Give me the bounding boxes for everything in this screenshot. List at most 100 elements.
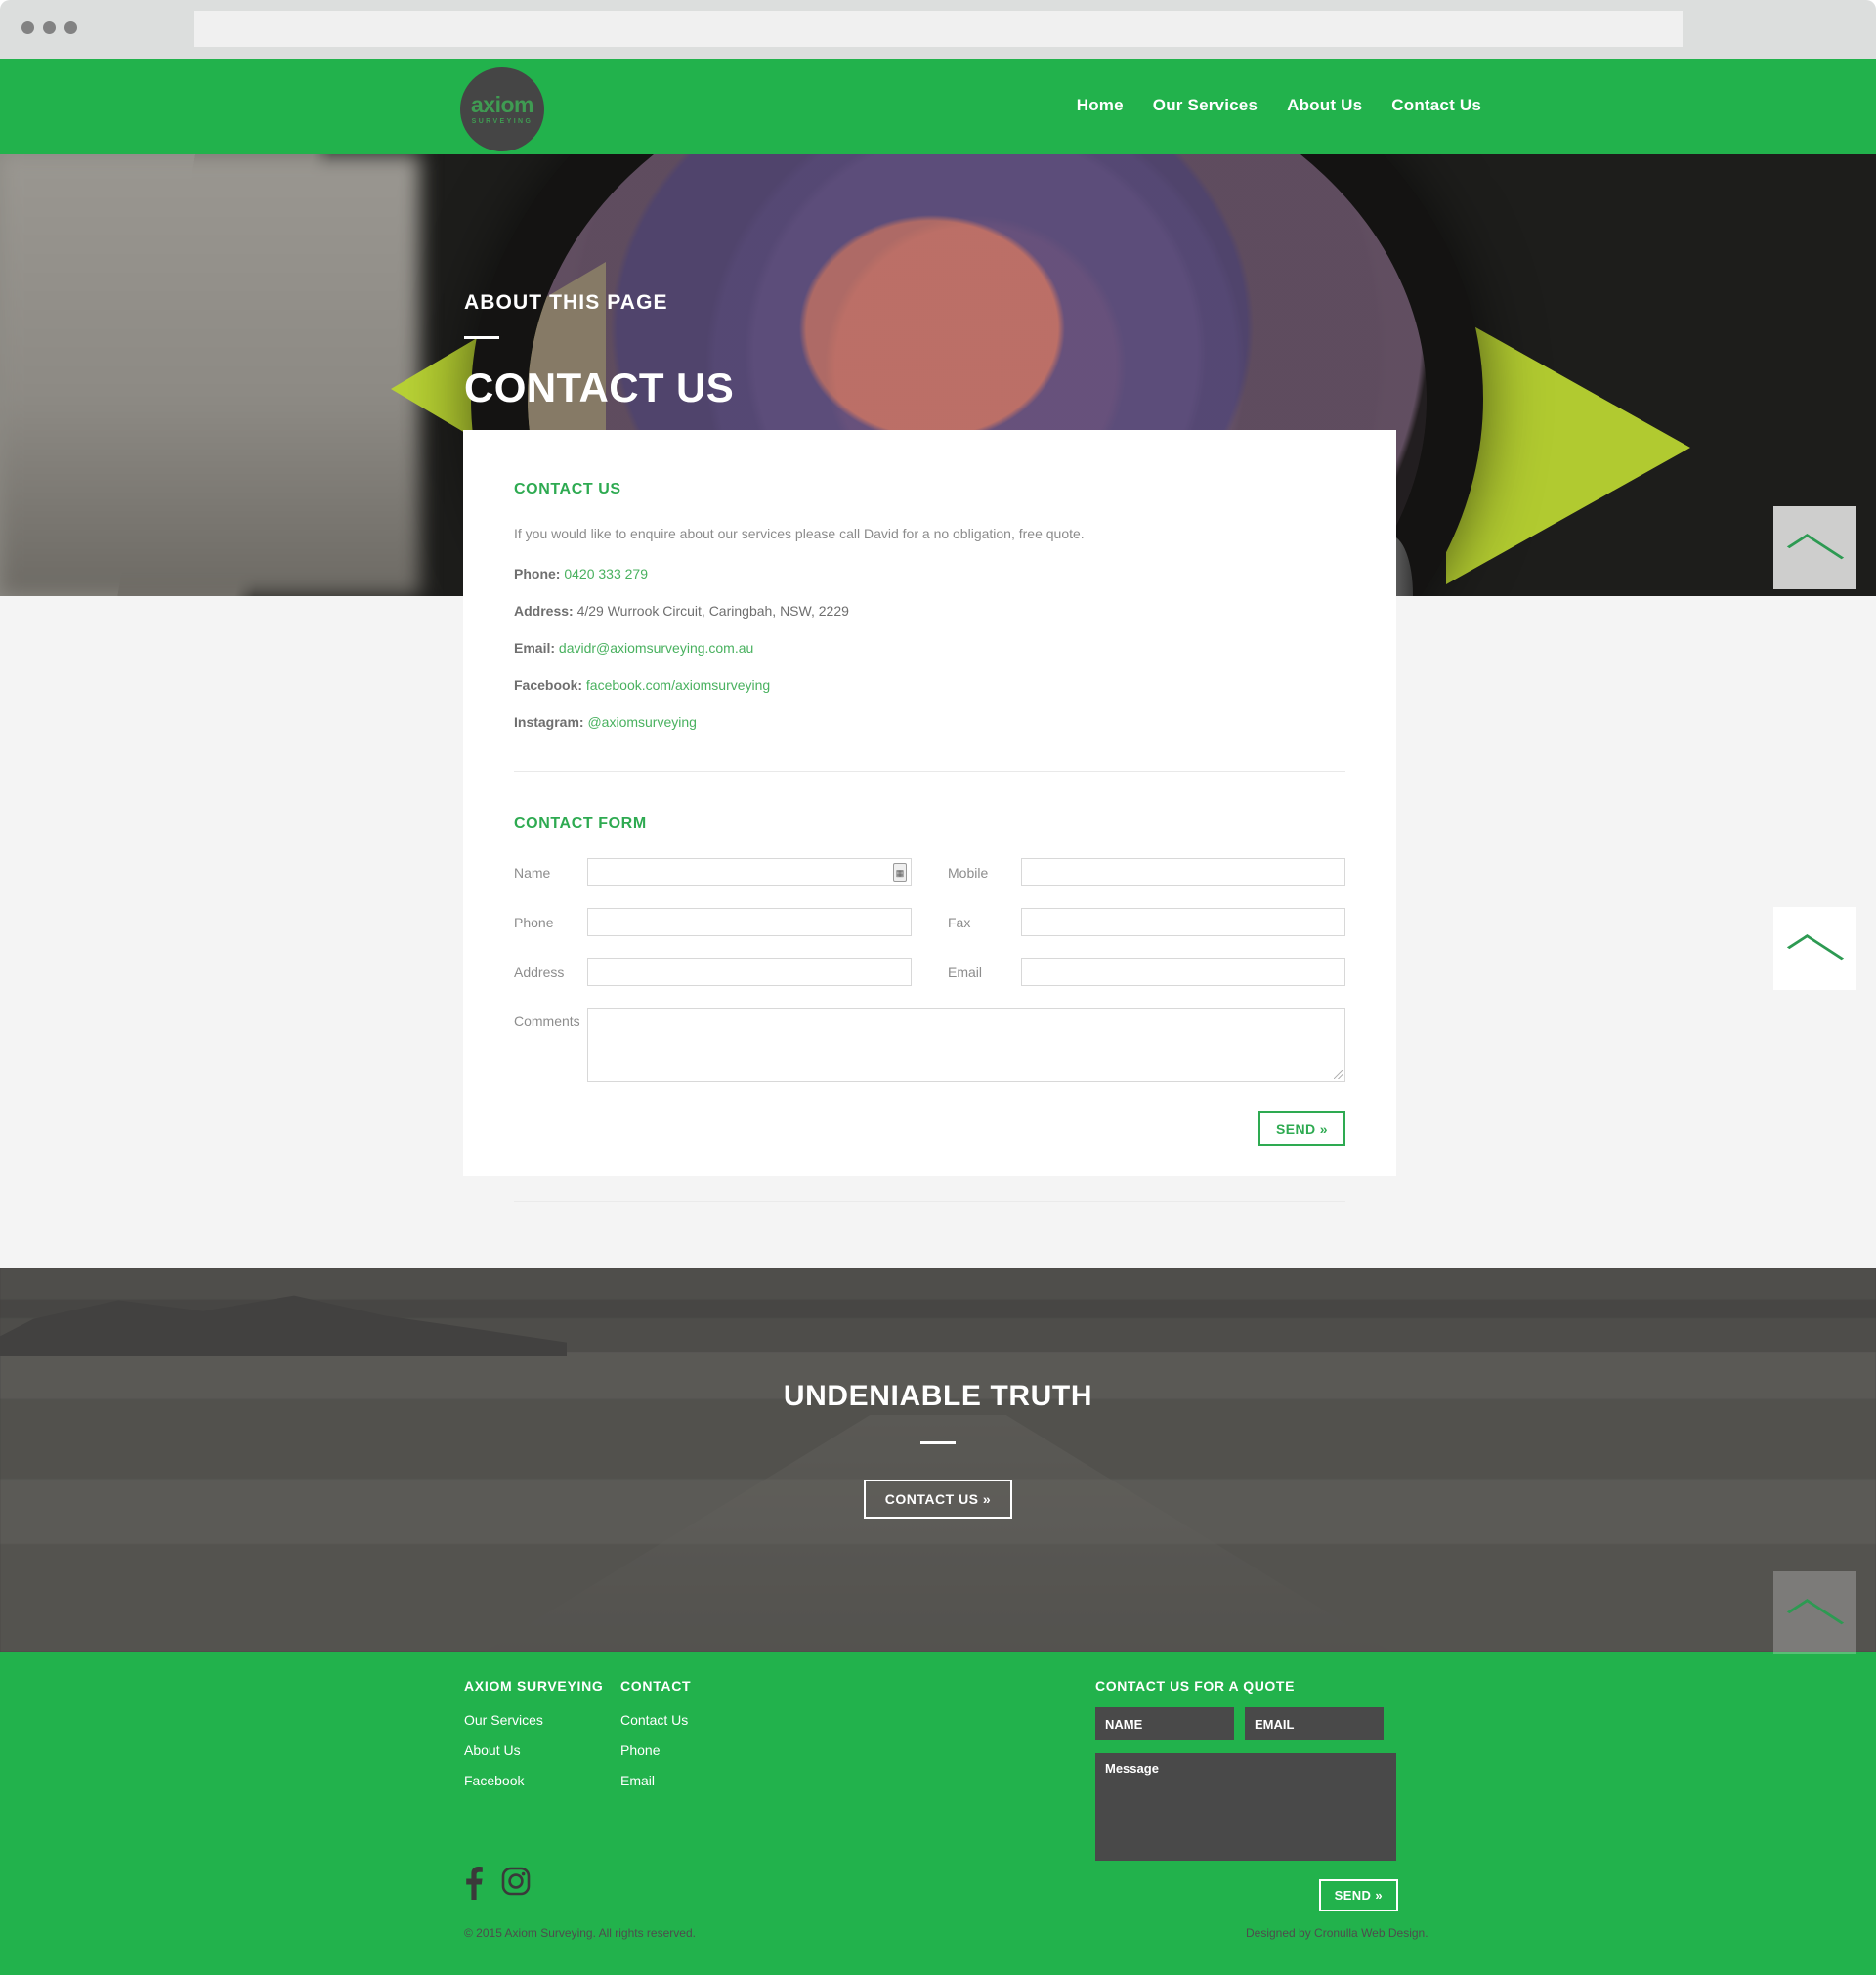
primary-navigation: Home Our Services About Us Contact Us (1077, 96, 1481, 115)
chevron-up-icon (1786, 1598, 1844, 1636)
truth-title: UNDENIABLE TRUTH (783, 1380, 1093, 1412)
fax-input[interactable] (1022, 909, 1344, 935)
footer-quote-inputs (1095, 1707, 1398, 1740)
site-footer: AXIOM SURVEYING Our Services About Us Fa… (0, 1652, 1876, 1975)
card-bottom-divider (514, 1201, 1345, 1202)
field-fax-wrapper[interactable] (1021, 908, 1345, 936)
chevron-up-icon (1786, 533, 1844, 571)
footer-quote-heading: CONTACT US FOR A QUOTE (1095, 1678, 1296, 1694)
contact-form: Name ▦ Mobile Phone Fax Address Email Co… (514, 858, 1345, 1146)
footer-column-axiom-surveying: AXIOM SURVEYING Our Services About Us Fa… (464, 1678, 604, 1803)
label-phone: Phone (514, 914, 554, 930)
hero-kicker: ABOUT THIS PAGE (464, 291, 668, 314)
facebook-icon[interactable] (462, 1867, 484, 1900)
hero-blur-left (0, 154, 420, 596)
site-logo[interactable]: axiom SURVEYING (460, 67, 544, 151)
footer-send-button[interactable]: SEND » (1318, 1879, 1398, 1911)
footer-link-about-us[interactable]: About Us (464, 1742, 604, 1758)
form-row-comments: Comments (514, 1008, 1345, 1082)
logo-wordmark: axiom (471, 92, 533, 117)
footer-name-input[interactable] (1095, 1707, 1234, 1740)
scroll-to-top-button-lower[interactable] (1773, 1571, 1856, 1654)
window-minimize-dot[interactable] (43, 21, 56, 34)
scroll-to-top-button-middle[interactable] (1773, 907, 1856, 990)
scroll-to-top-button-upper[interactable] (1773, 506, 1856, 589)
label-comments: Comments (514, 1013, 580, 1029)
field-email-wrapper[interactable] (1021, 958, 1345, 986)
contact-value-instagram[interactable]: @axiomsurveying (587, 714, 696, 730)
label-fax: Fax (948, 914, 971, 930)
name-input[interactable] (588, 859, 911, 885)
label-mobile: Mobile (948, 864, 989, 880)
nav-item-our-services[interactable]: Our Services (1153, 96, 1258, 115)
send-button[interactable]: SEND » (1258, 1111, 1345, 1146)
contact-value-facebook[interactable]: facebook.com/axiomsurveying (586, 677, 770, 693)
window-controls[interactable] (21, 21, 77, 34)
comments-textarea[interactable] (588, 1009, 1344, 1081)
form-row-phone-fax: Phone Fax (514, 908, 1345, 936)
truth-content: UNDENIABLE TRUTH CONTACT US » (0, 1268, 1876, 1652)
contact-value-address: 4/29 Wurrook Circuit, Caringbah, NSW, 22… (576, 603, 849, 619)
field-phone-wrapper[interactable] (587, 908, 912, 936)
nav-item-home[interactable]: Home (1077, 96, 1124, 115)
field-mobile-wrapper[interactable] (1021, 858, 1345, 886)
address-bar[interactable] (194, 11, 1683, 47)
footer-link-email[interactable]: Email (620, 1773, 691, 1788)
truth-contact-us-button[interactable]: CONTACT US » (863, 1480, 1013, 1519)
footer-link-our-services[interactable]: Our Services (464, 1712, 604, 1728)
contact-value-email[interactable]: davidr@axiomsurveying.com.au (559, 640, 753, 656)
contact-label-address: Address: (514, 603, 574, 619)
logo-tagline: SURVEYING (471, 118, 533, 125)
instagram-icon[interactable] (501, 1867, 531, 1900)
chevron-up-icon (1786, 933, 1844, 971)
hero-text-block: ABOUT THIS PAGE CONTACT US (464, 291, 734, 411)
contact-row-instagram: Instagram: @axiomsurveying (514, 714, 1345, 730)
contact-lead-text: If you would like to enquire about our s… (514, 526, 1085, 541)
truth-divider-rule (920, 1441, 956, 1444)
address-input[interactable] (588, 959, 911, 985)
footer-column-contact: CONTACT Contact Us Phone Email (620, 1678, 691, 1803)
footer-send-wrapper: SEND » (1095, 1879, 1398, 1911)
contact-label-facebook: Facebook: (514, 677, 583, 693)
contact-label-instagram: Instagram: (514, 714, 584, 730)
section-divider (514, 771, 1345, 772)
page-title: CONTACT US (464, 365, 735, 410)
email-input[interactable] (1022, 959, 1344, 985)
label-email: Email (948, 964, 983, 980)
site-header: axiom SURVEYING Home Our Services About … (0, 59, 1876, 154)
undeniable-truth-band: UNDENIABLE TRUTH CONTACT US » (0, 1268, 1876, 1652)
contact-row-facebook: Facebook: facebook.com/axiomsurveying (514, 677, 1345, 693)
field-name-wrapper[interactable]: ▦ (587, 858, 912, 886)
form-actions: SEND » (514, 1111, 1345, 1146)
autofill-contact-card-icon[interactable]: ▦ (893, 863, 907, 882)
footer-social-links (462, 1867, 531, 1900)
contact-row-address: Address: 4/29 Wurrook Circuit, Caringbah… (514, 603, 1345, 619)
contact-label-email: Email: (514, 640, 556, 656)
field-comments-wrapper[interactable] (587, 1008, 1345, 1082)
footer-copyright: © 2015 Axiom Surveying. All rights reser… (464, 1926, 696, 1940)
footer-quote-form: CONTACT US FOR A QUOTE SEND » (1095, 1678, 1398, 1911)
contact-label-phone: Phone: (514, 566, 561, 581)
contact-row-phone: Phone: 0420 333 279 (514, 566, 1345, 581)
form-row-address-email: Address Email (514, 958, 1345, 986)
footer-link-phone[interactable]: Phone (620, 1742, 691, 1758)
field-address-wrapper[interactable] (587, 958, 912, 986)
label-name: Name (514, 864, 551, 880)
form-row-name-mobile: Name ▦ Mobile (514, 858, 1345, 886)
phone-input[interactable] (588, 909, 911, 935)
contact-value-phone[interactable]: 0420 333 279 (564, 566, 648, 581)
mobile-input[interactable] (1022, 859, 1344, 885)
label-address: Address (514, 964, 565, 980)
window-maximize-dot[interactable] (64, 21, 77, 34)
footer-message-textarea[interactable] (1095, 1753, 1396, 1861)
footer-heading-axiom-surveying: AXIOM SURVEYING (464, 1678, 604, 1694)
contact-row-email: Email: davidr@axiomsurveying.com.au (514, 640, 1345, 656)
footer-link-facebook[interactable]: Facebook (464, 1773, 604, 1788)
window-close-dot[interactable] (21, 21, 34, 34)
nav-item-about-us[interactable]: About Us (1287, 96, 1362, 115)
contact-form-heading: CONTACT FORM (514, 815, 647, 832)
footer-email-input[interactable] (1245, 1707, 1384, 1740)
nav-item-contact-us[interactable]: Contact Us (1391, 96, 1481, 115)
footer-link-contact-us[interactable]: Contact Us (620, 1712, 691, 1728)
hero-divider-rule (464, 336, 499, 339)
